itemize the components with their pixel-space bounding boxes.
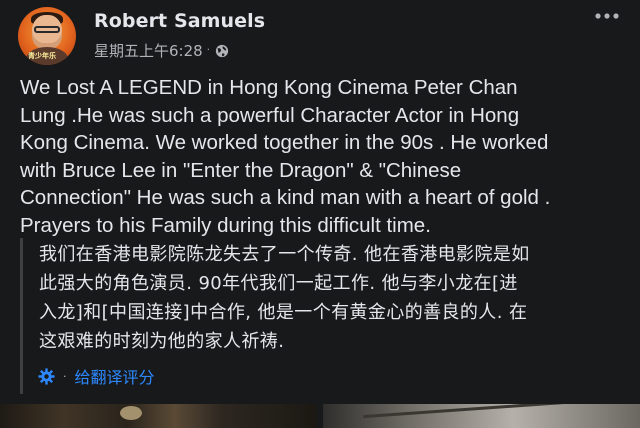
gear-icon[interactable]	[38, 367, 55, 385]
post-photo[interactable]	[0, 404, 317, 428]
post-timestamp[interactable]: 星期五上午6:28	[94, 40, 203, 61]
post-body-line: We Lost A LEGEND in Hong Kong Cinema Pet…	[20, 76, 518, 99]
post-body-line: with Bruce Lee in "Enter the Dragon" & "…	[20, 158, 462, 182]
rate-translation-link[interactable]: · 给翻译评分	[38, 364, 155, 388]
post-body: We Lost A LEGEND in Hong Kong Cinema Pet…	[20, 74, 626, 240]
post-body-line: Connection" He was such a kind man with …	[20, 186, 551, 210]
translated-line: 这艰难的时刻为他的家人祈祷.	[39, 331, 285, 352]
post-card: 青少年乐 Robert Samuels 星期五上午6:28 · We Lost …	[0, 0, 640, 428]
post-body-line: Kong Cinema. We worked together in the 9…	[20, 131, 549, 155]
rate-translation-label[interactable]: 给翻译评分	[75, 364, 155, 388]
post-photos	[0, 404, 640, 428]
translated-text: 我们在香港电影院陈龙失去了一个传奇. 他在香港电影院是如 此强大的角色演员. 9…	[39, 240, 631, 356]
translated-line: 此强大的角色演员. 90年代我们一起工作. 他与李小龙在[进	[39, 273, 518, 294]
post-photo[interactable]	[323, 404, 640, 428]
translated-line: 入龙]和[中国连接]中合作, 他是一个有黄金心的善良的人. 在	[39, 302, 528, 323]
more-options-button[interactable]	[592, 10, 622, 32]
translation-block: 我们在香港电影院陈龙失去了一个传奇. 他在香港电影院是如 此强大的角色演员. 9…	[20, 238, 626, 394]
author-name[interactable]: Robert Samuels	[94, 10, 265, 32]
rate-separator: ·	[63, 369, 67, 383]
translated-line: 我们在香港电影院陈龙失去了一个传奇. 他在香港电影院是如	[39, 244, 530, 265]
post-body-line: Prayers to his Family during this diffic…	[20, 213, 431, 237]
ellipsis-icon	[595, 13, 619, 19]
post-body-line: Lung .He was such a powerful Character A…	[20, 103, 520, 127]
post-meta: 星期五上午6:28 ·	[94, 40, 229, 61]
globe-icon	[215, 44, 228, 57]
meta-separator: ·	[206, 45, 210, 56]
post-header: 青少年乐 Robert Samuels 星期五上午6:28 ·	[18, 6, 628, 68]
avatar-glasses	[34, 26, 60, 33]
avatar-badge-text: 青少年乐	[28, 52, 56, 60]
photo-detail	[363, 404, 623, 419]
photo-detail	[120, 406, 142, 420]
avatar[interactable]: 青少年乐	[18, 7, 76, 65]
